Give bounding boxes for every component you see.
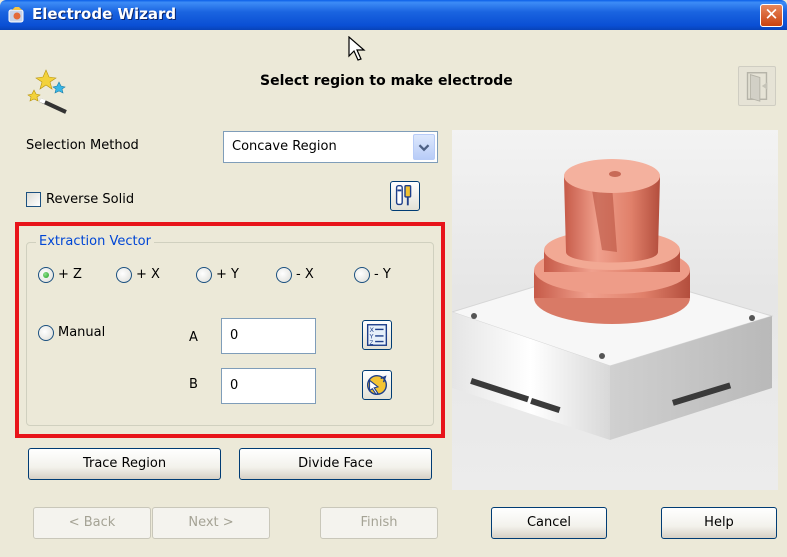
tools-button[interactable] <box>390 181 420 211</box>
selection-method-label: Selection Method <box>26 138 139 153</box>
reverse-solid-label: Reverse Solid <box>46 192 135 207</box>
title-bar[interactable]: Electrode Wizard ✕ <box>0 0 787 30</box>
wizard-app-icon <box>8 7 24 23</box>
window-title: Electrode Wizard <box>32 5 177 23</box>
exit-button[interactable] <box>738 66 776 106</box>
highlight-frame <box>15 222 445 438</box>
cancel-button[interactable]: Cancel <box>491 507 607 539</box>
trace-region-button[interactable]: Trace Region <box>28 448 221 480</box>
back-button[interactable]: < Back <box>33 507 151 539</box>
help-button[interactable]: Help <box>661 507 777 539</box>
selection-method-select[interactable]: Concave Region <box>223 131 438 163</box>
electrode-wizard-window: Electrode Wizard ✕ Select region to make… <box>0 0 787 557</box>
dropdown-arrow-button[interactable] <box>413 134 435 160</box>
exit-door-icon <box>746 72 768 102</box>
electrode-model-image <box>450 159 774 440</box>
reverse-solid-checkbox[interactable] <box>26 192 41 207</box>
close-button[interactable]: ✕ <box>760 4 783 27</box>
selection-method-value: Concave Region <box>232 139 337 154</box>
mouse-cursor-icon <box>348 36 366 61</box>
chevron-down-icon <box>418 144 430 152</box>
magic-wand-icon <box>27 69 67 114</box>
page-heading: Select region to make electrode <box>260 73 513 89</box>
next-button[interactable]: Next > <box>152 507 270 539</box>
model-preview[interactable] <box>450 130 778 490</box>
finish-button[interactable]: Finish <box>320 507 438 539</box>
wrench-screwdriver-icon <box>395 185 412 206</box>
divide-face-button[interactable]: Divide Face <box>239 448 432 480</box>
